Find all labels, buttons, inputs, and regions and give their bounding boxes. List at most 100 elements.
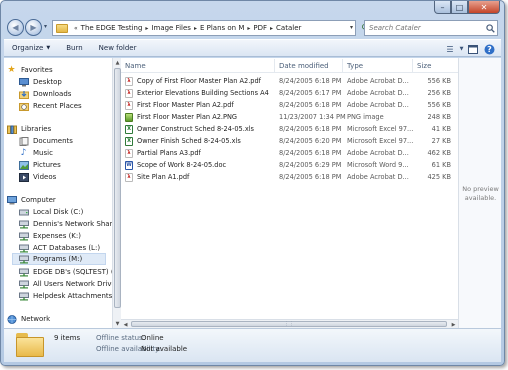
change-view-icon[interactable]: ☰	[442, 42, 458, 56]
file-type: Adobe Acrobat D...	[347, 149, 409, 157]
search-input[interactable]	[369, 24, 483, 32]
file-date: 8/24/2005 6:18 PM	[279, 77, 342, 85]
column-header-date[interactable]: Date modified	[275, 59, 343, 73]
chevron-down-icon[interactable]: ▼	[458, 42, 465, 56]
file-name-cell: First Floor Master Plan A2.PNG	[125, 112, 269, 122]
file-row[interactable]: X Owner Finish Sched 8-24-05.xls 8/24/200…	[125, 136, 455, 146]
address-row: ◀ ▶ ▾ « The EDGE Testing ▸ Image Files ▸…	[4, 18, 501, 38]
nav-item-music[interactable]: ♪ Music	[18, 147, 53, 159]
libraries-group[interactable]: Libraries	[6, 123, 51, 135]
nav-item-drive-m[interactable]: Programs (M:)	[12, 253, 106, 265]
file-name: Owner Construct Sched 8-24-05.xls	[137, 125, 254, 133]
file-name: Exterior Elevations Building Sections A4…	[137, 89, 269, 97]
folder-icon	[16, 333, 44, 357]
scroll-left-icon[interactable]: ◀	[122, 321, 129, 328]
file-size: 556 KB	[427, 101, 451, 109]
close-button[interactable]: ✕	[468, 1, 500, 14]
scroll-thumb[interactable]	[114, 68, 121, 308]
file-name: Copy of First Floor Master Plan A2.pdf	[137, 77, 261, 85]
column-header-name[interactable]: Name	[121, 59, 275, 73]
minimize-button[interactable]: –	[434, 1, 451, 14]
burn-button[interactable]: Burn	[58, 44, 90, 52]
nav-item-label: Downloads	[33, 90, 72, 98]
breadcrumb-arrow-icon[interactable]: ▸	[145, 25, 148, 32]
breadcrumb-item[interactable]: The EDGE Testing	[81, 24, 143, 32]
file-row[interactable]: λ Partial Plans A3.pdf 8/24/2005 6:18 PM …	[125, 148, 455, 158]
favorites-group[interactable]: ★ Favorites	[6, 64, 52, 76]
nav-item-downloads[interactable]: Downloads	[18, 88, 71, 100]
details-pane: 9 items Offline status: Online Offline a…	[4, 328, 501, 362]
nav-item-videos[interactable]: Videos	[18, 171, 56, 183]
file-size: 41 KB	[431, 125, 451, 133]
preview-pane-icon[interactable]	[465, 42, 481, 56]
address-dropdown-icon[interactable]: ▾	[350, 24, 353, 31]
organize-label: Organize	[12, 44, 44, 52]
file-date: 8/24/2005 6:18 PM	[279, 173, 342, 181]
file-row[interactable]: First Floor Master Plan A2.PNG 11/23/200…	[125, 112, 455, 122]
scroll-down-icon[interactable]: ▼	[114, 320, 121, 327]
excel-file-icon: X	[125, 124, 133, 134]
nav-item-desktop[interactable]: Desktop	[18, 76, 62, 88]
nav-item-helpdesk-drive[interactable]: Helpdesk Attachments (	[18, 290, 112, 302]
new-folder-button[interactable]: New folder	[91, 44, 145, 52]
nav-item-pictures[interactable]: Pictures	[18, 159, 61, 171]
nav-item-drive-c[interactable]: Local Disk (C:)	[18, 206, 83, 218]
computer-group[interactable]: Computer	[6, 194, 56, 206]
maximize-button[interactable]: □	[451, 1, 468, 14]
file-row[interactable]: λ First Floor Master Plan A2.pdf 8/24/200…	[125, 100, 455, 110]
nav-scrollbar[interactable]: ▲ ▼	[112, 58, 121, 328]
folder-icon	[56, 23, 68, 33]
network-drive-icon	[18, 219, 29, 229]
file-row[interactable]: λ Exterior Elevations Building Sections A…	[125, 88, 455, 98]
nav-item-drive-s[interactable]: EDGE DB's (SQLTEST) (S:	[18, 266, 112, 278]
search-icon[interactable]	[483, 23, 497, 33]
file-type: Adobe Acrobat D...	[347, 101, 409, 109]
videos-icon	[18, 172, 29, 182]
nav-item-label: ACT Databases (L:)	[33, 244, 101, 252]
breadcrumb-item[interactable]: Image Files	[151, 24, 191, 32]
excel-file-icon: X	[125, 136, 133, 146]
nav-item-all-users-drive[interactable]: All Users Network Drive	[18, 278, 112, 290]
nav-item-label: Local Disk (C:)	[33, 208, 84, 216]
scroll-up-icon[interactable]: ▲	[114, 59, 121, 66]
recent-pages-dropdown[interactable]: ▾	[44, 23, 47, 30]
breadcrumb-arrow-icon[interactable]: ▸	[247, 25, 250, 32]
search-box[interactable]	[364, 20, 498, 36]
file-type: Adobe Acrobat D...	[347, 89, 409, 97]
pictures-icon	[18, 160, 29, 170]
offline-status-label: Offline status:	[96, 334, 146, 342]
address-bar[interactable]: « The EDGE Testing ▸ Image Files ▸ E Pla…	[52, 20, 356, 36]
item-count: 9 items	[54, 334, 81, 342]
nav-item-network-share[interactable]: Dennis's Network Share	[18, 218, 112, 230]
breadcrumb-item[interactable]: E Plans on M	[200, 24, 244, 32]
pdf-file-icon: λ	[125, 88, 133, 98]
overflow-chevron-icon[interactable]: «	[74, 25, 78, 32]
file-row[interactable]: X Owner Construct Sched 8-24-05.xls 8/24/…	[125, 124, 455, 134]
file-name-cell: λ First Floor Master Plan A2.pdf	[125, 100, 269, 110]
breadcrumb-item[interactable]: PDF	[253, 24, 267, 32]
forward-button[interactable]: ▶	[25, 19, 42, 36]
file-row[interactable]: λ Copy of First Floor Master Plan A2.pdf …	[125, 76, 455, 86]
nav-item-recent-places[interactable]: Recent Places	[18, 100, 82, 112]
breadcrumb-item[interactable]: Cataler	[276, 24, 301, 32]
nav-item-drive-k[interactable]: Expenses (K:)	[18, 230, 81, 242]
breadcrumb-arrow-icon[interactable]: ▸	[270, 25, 273, 32]
file-name-cell: λ Copy of First Floor Master Plan A2.pdf	[125, 76, 269, 86]
horizontal-scrollbar[interactable]: ◀ ⋮⋮ ▶	[121, 319, 458, 328]
file-size: 556 KB	[427, 77, 451, 85]
file-row[interactable]: λ Site Plan A1.pdf 8/24/2005 6:18 PM Adob…	[125, 172, 455, 182]
breadcrumb-arrow-icon[interactable]: ▸	[194, 25, 197, 32]
preview-pane: No preview available.	[458, 58, 501, 328]
file-date: 8/24/2005 6:18 PM	[279, 149, 342, 157]
column-header-type[interactable]: Type	[343, 59, 413, 73]
file-name: First Floor Master Plan A2.PNG	[137, 113, 238, 121]
file-row[interactable]: W Scope of Work 8-24-05.doc 8/24/2005 6:2…	[125, 160, 455, 170]
help-icon[interactable]: ?	[481, 42, 497, 56]
network-group[interactable]: Network	[6, 313, 50, 325]
nav-item-documents[interactable]: Documents	[18, 135, 73, 147]
scroll-right-icon[interactable]: ▶	[450, 321, 457, 328]
title-bar	[121, 1, 481, 6]
organize-button[interactable]: Organize ▼	[4, 44, 58, 52]
back-button[interactable]: ◀	[7, 19, 24, 36]
column-header-size[interactable]: Size	[413, 59, 453, 73]
